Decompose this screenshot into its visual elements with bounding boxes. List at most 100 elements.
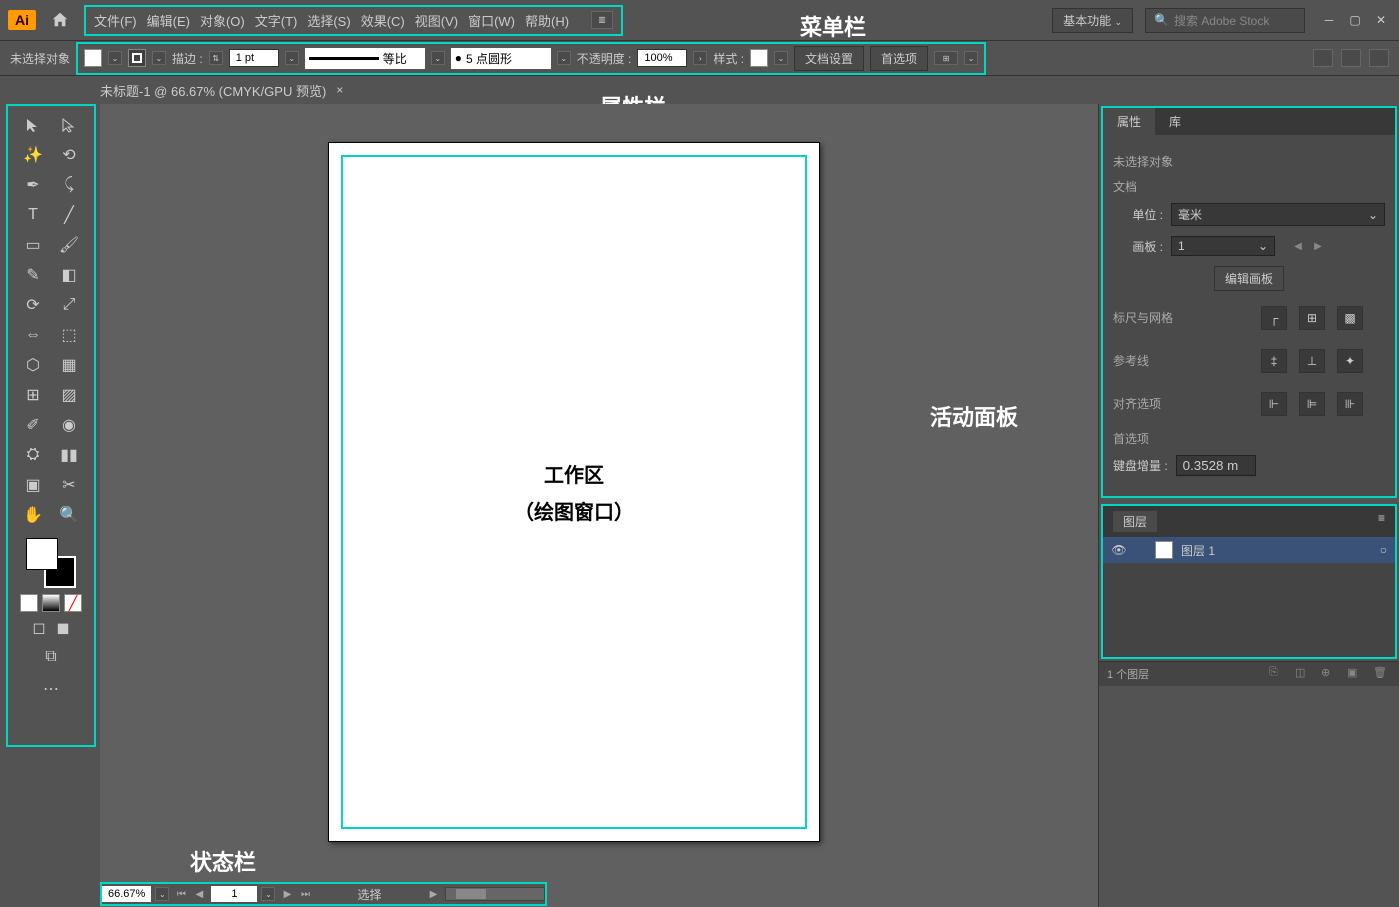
blend-tool-icon[interactable]: ◉ xyxy=(54,412,84,438)
tab-libraries[interactable]: 库 xyxy=(1155,108,1195,135)
menu-select[interactable]: 选择(S) xyxy=(307,11,350,30)
brush-preview[interactable]: ● 5 点圆形 xyxy=(451,48,551,69)
zoom-tool-icon[interactable]: 🔍 xyxy=(54,502,84,528)
fill-swatch[interactable] xyxy=(84,49,102,67)
menu-help[interactable]: 帮助(H) xyxy=(525,11,569,30)
close-icon[interactable]: ✕ xyxy=(1371,11,1391,29)
status-dropdown-icon[interactable]: ▶ xyxy=(425,886,441,902)
selection-tool-icon[interactable] xyxy=(18,112,48,138)
stroke-dropdown-icon[interactable]: ⌄ xyxy=(152,51,166,65)
panel-menu-icon[interactable]: ≡ xyxy=(1378,511,1385,532)
last-artboard-icon[interactable]: ⏭ xyxy=(297,886,313,902)
snap-pixel-icon[interactable]: ⊩ xyxy=(1261,392,1287,416)
visibility-icon[interactable]: 👁 xyxy=(1111,542,1127,558)
rotate-tool-icon[interactable]: ⟳ xyxy=(18,292,48,318)
artboard[interactable]: 工作区 （绘图窗口） xyxy=(328,142,820,842)
direct-selection-tool-icon[interactable] xyxy=(54,112,84,138)
menu-type[interactable]: 文字(T) xyxy=(255,11,298,30)
tab-close-icon[interactable]: × xyxy=(336,83,343,97)
rectangle-tool-icon[interactable]: ▭ xyxy=(18,232,48,258)
artboard-nav-dropdown-icon[interactable]: ⌄ xyxy=(261,887,275,901)
keyboard-increment-input[interactable] xyxy=(1176,455,1256,476)
eraser-tool-icon[interactable]: ◧ xyxy=(54,262,84,288)
prev-artboard-icon[interactable]: ◀ xyxy=(1291,239,1305,253)
show-guides-icon[interactable]: ‡ xyxy=(1261,349,1287,373)
menu-edit[interactable]: 编辑(E) xyxy=(147,11,190,30)
document-tab[interactable]: 未标题-1 @ 66.67% (CMYK/GPU 预览) xyxy=(100,81,326,100)
maximize-icon[interactable]: ▢ xyxy=(1345,11,1365,29)
scale-tool-icon[interactable]: ⤢ xyxy=(54,292,84,318)
snap-point-icon[interactable]: ⊫ xyxy=(1299,392,1325,416)
fill-dropdown-icon[interactable]: ⌄ xyxy=(108,51,122,65)
transform-panel-icon[interactable] xyxy=(1313,49,1333,67)
paintbrush-tool-icon[interactable]: 🖌 xyxy=(54,232,84,258)
tab-properties[interactable]: 属性 xyxy=(1103,108,1155,135)
stroke-profile[interactable]: 等比 xyxy=(305,48,425,69)
fill-stroke-swatches[interactable] xyxy=(26,538,76,588)
align-icon[interactable]: ⊞ xyxy=(934,51,958,65)
lock-guides-icon[interactable]: ⊥ xyxy=(1299,349,1325,373)
menu-file[interactable]: 文件(F) xyxy=(94,11,137,30)
stroke-stepper-icon[interactable]: ⇅ xyxy=(209,51,223,65)
free-transform-tool-icon[interactable]: ⬚ xyxy=(54,322,84,348)
menu-effect[interactable]: 效果(C) xyxy=(361,11,405,30)
fill-color-icon[interactable] xyxy=(26,538,58,570)
zoom-dropdown-icon[interactable]: ⌄ xyxy=(155,887,169,901)
make-clipping-mask-icon[interactable]: ◫ xyxy=(1295,666,1313,682)
draw-behind-icon[interactable]: ◼ xyxy=(53,618,73,638)
line-tool-icon[interactable]: ╱ xyxy=(54,202,84,228)
edit-toolbar-icon[interactable]: ⋯ xyxy=(36,676,66,702)
next-artboard-nav-icon[interactable]: ▶ xyxy=(279,886,295,902)
menu-view[interactable]: 视图(V) xyxy=(415,11,458,30)
pen-tool-icon[interactable]: ✒ xyxy=(18,172,48,198)
profile-dropdown-icon[interactable]: ⌄ xyxy=(431,51,445,65)
perspective-tool-icon[interactable]: ▦ xyxy=(54,352,84,378)
hand-tool-icon[interactable]: ✋ xyxy=(18,502,48,528)
stroke-swatch[interactable] xyxy=(128,49,146,67)
layer-name[interactable]: 图层 1 xyxy=(1181,542,1215,559)
next-artboard-icon[interactable]: ▶ xyxy=(1311,239,1325,253)
grid-icon[interactable]: ⊞ xyxy=(1299,306,1325,330)
zoom-level[interactable]: 66.67% xyxy=(102,886,151,902)
style-dropdown-icon[interactable]: ⌄ xyxy=(774,51,788,65)
opacity-input[interactable]: 100% xyxy=(637,49,687,67)
stroke-weight-input[interactable]: 1 pt xyxy=(229,49,279,67)
smart-guides-icon[interactable]: ✦ xyxy=(1337,349,1363,373)
tab-layers[interactable]: 图层 xyxy=(1113,511,1157,532)
lasso-tool-icon[interactable]: ⟲ xyxy=(54,142,84,168)
home-icon[interactable] xyxy=(50,10,70,30)
layer-row[interactable]: 👁 图层 1 ○ xyxy=(1103,537,1395,563)
canvas-area[interactable]: 工作区 （绘图窗口） xyxy=(100,104,1099,907)
prev-artboard-nav-icon[interactable]: ◀ xyxy=(191,886,207,902)
none-mode-icon[interactable]: ╱ xyxy=(64,594,82,612)
menu-window[interactable]: 窗口(W) xyxy=(468,11,515,30)
brush-dropdown-icon[interactable]: ⌄ xyxy=(557,51,571,65)
snap-grid-icon[interactable]: ⊪ xyxy=(1337,392,1363,416)
mesh-tool-icon[interactable]: ⊞ xyxy=(18,382,48,408)
artboard-tool-icon[interactable]: ▣ xyxy=(18,472,48,498)
first-artboard-icon[interactable]: ⏮ xyxy=(173,886,189,902)
horizontal-scrollbar[interactable] xyxy=(445,887,545,901)
more-dropdown-icon[interactable]: ⌄ xyxy=(964,51,978,65)
delete-layer-icon[interactable]: 🗑 xyxy=(1373,666,1391,682)
document-setup-button[interactable]: 文档设置 xyxy=(794,46,864,71)
arrange-documents-icon[interactable]: ▥ xyxy=(591,11,613,29)
workspace-switcher[interactable]: 基本功能 ⌄ xyxy=(1052,8,1133,33)
draw-normal-icon[interactable]: ◻ xyxy=(29,618,49,638)
shaper-tool-icon[interactable]: ✎ xyxy=(18,262,48,288)
align-panel-icon[interactable] xyxy=(1341,49,1361,67)
color-mode-icon[interactable] xyxy=(20,594,38,612)
shape-builder-tool-icon[interactable]: ⬡ xyxy=(18,352,48,378)
curvature-tool-icon[interactable]: ⤹ xyxy=(54,172,84,198)
graphic-style-swatch[interactable] xyxy=(750,49,768,67)
locate-object-icon[interactable]: ⎘ xyxy=(1269,666,1287,682)
column-graph-tool-icon[interactable]: ▮▮ xyxy=(54,442,84,468)
symbol-sprayer-tool-icon[interactable]: ⛭ xyxy=(18,442,48,468)
gradient-tool-icon[interactable]: ▨ xyxy=(54,382,84,408)
new-layer-icon[interactable]: ▣ xyxy=(1347,666,1365,682)
menu-object[interactable]: 对象(O) xyxy=(200,11,245,30)
new-sublayer-icon[interactable]: ⊕ xyxy=(1321,666,1339,682)
minimize-icon[interactable]: ─ xyxy=(1319,11,1339,29)
artboard-dropdown[interactable]: 1⌄ xyxy=(1171,236,1275,256)
shape-panel-icon[interactable] xyxy=(1369,49,1389,67)
